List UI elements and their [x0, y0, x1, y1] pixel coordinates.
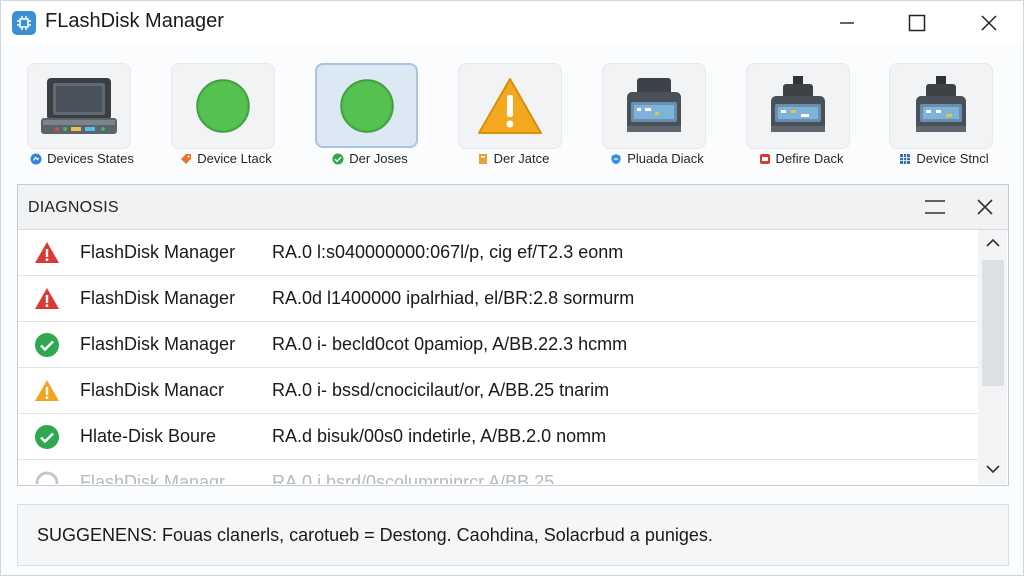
device-states-icon [41, 78, 117, 134]
close-icon [977, 199, 993, 215]
tile-pluada-diack[interactable]: Pluada Diack [602, 63, 706, 173]
tile-label-text: Pluada Diack [627, 151, 704, 166]
tile-label-text: Device Ltack [197, 151, 272, 166]
tile-label-text: Device Stncl [916, 151, 989, 166]
diagnosis-scrollbar[interactable] [978, 230, 1007, 484]
info-dot-icon [30, 153, 42, 165]
check-circle-icon [34, 332, 60, 358]
app-logo-icon [12, 11, 36, 35]
table-row[interactable]: FlashDisk Manacr RA.0 i- bssd/cnocicilau… [18, 368, 978, 414]
table-row[interactable]: FlashDisk Manager RA.0 i- becld0cot 0pam… [18, 322, 978, 368]
close-button[interactable] [966, 7, 1012, 39]
diagnosis-panel: DIAGNOSIS FlashDisk Manager RA.0 l:s0400… [17, 184, 1009, 486]
table-row[interactable]: Hlate-Disk Boure RA.d bisuk/00s0 indetir… [18, 414, 978, 460]
grid-icon [899, 153, 911, 165]
row-detail: RA.0 i- becld0cot 0pamiop, A/BB.22.3 hcm… [272, 334, 628, 354]
diagnosis-header: DIAGNOSIS [18, 185, 1008, 230]
dock-icon [771, 76, 825, 132]
chevron-up-icon [985, 238, 1000, 247]
diagnosis-list: FlashDisk Manager RA.0 l:s040000000:067l… [18, 230, 978, 484]
tile-device-ltack[interactable]: Device Ltack [171, 63, 275, 173]
scroll-down-button[interactable] [978, 456, 1007, 482]
tile-label-text: Devices States [47, 151, 134, 166]
title-bar: FLashDisk Manager [1, 1, 1023, 45]
error-icon [34, 286, 60, 312]
bookmark-icon [477, 153, 489, 165]
table-row[interactable]: FlashDisk Manager RA.0d l1400000 ipalrhi… [18, 276, 978, 322]
tile-label-text: Der Jatce [493, 151, 550, 166]
table-row[interactable]: FlashDisk Manager RA.0 l:s040000000:067l… [18, 230, 978, 276]
check-circle-icon [332, 153, 344, 165]
suggestions-bar: SUGGENENS: Fouas clanerls, carotueb = De… [17, 504, 1009, 566]
panel-minimize-button[interactable] [918, 193, 952, 221]
tile-der-jatce[interactable]: Der Jatce [458, 63, 562, 173]
row-detail: RA.d bisuk/00s0 indetirle, A/BB.2.0 nomm [272, 426, 607, 446]
diagnosis-title: DIAGNOSIS [28, 199, 119, 216]
maximize-button[interactable] [894, 7, 940, 39]
panel-minimize-icon [925, 200, 945, 214]
app-window: FLashDisk Manager Devices States Device … [0, 0, 1024, 576]
row-detail: RA.0 i- bssd/cnocicilaut/or, A/BB.25 tna… [272, 380, 610, 400]
maximize-icon [908, 14, 926, 32]
tile-label-text: Der Joses [349, 151, 408, 166]
row-name: FlashDisk Managr [80, 472, 226, 484]
shield-icon [610, 153, 622, 165]
panel-close-button[interactable] [968, 193, 1002, 221]
scroll-up-button[interactable] [978, 230, 1007, 256]
row-detail: RA.0 l:s040000000:067l/p, cig ef/T2.3 eo… [272, 242, 624, 262]
tag-icon [180, 153, 192, 165]
table-row[interactable]: FlashDisk Managr RA.0 i bsrd/0scolumrnin… [18, 460, 978, 484]
row-detail: RA.0d l1400000 ipalrhiad, el/BR:2.8 sorm… [272, 288, 635, 308]
loading-icon [34, 470, 60, 484]
green-status-icon [196, 79, 250, 133]
row-detail: RA.0 i bsrd/0scolumrninrcr A/BB.25 [272, 472, 555, 484]
tile-device-stncl[interactable]: Device Stncl [889, 63, 993, 173]
minimize-button[interactable] [824, 7, 870, 39]
red-box-icon [759, 153, 771, 165]
suggestions-text: SUGGENENS: Fouas clanerls, carotueb = De… [37, 525, 713, 545]
check-circle-icon [34, 424, 60, 450]
device-toolbar: Devices States Device Ltack Der Joses De… [1, 53, 1023, 175]
app-title: FLashDisk Manager [45, 10, 224, 32]
warning-icon [34, 378, 60, 404]
tile-defire-dack[interactable]: Defire Dack [746, 63, 850, 173]
close-icon [981, 15, 997, 31]
tile-devices-states[interactable]: Devices States [27, 63, 134, 173]
dock-icon [916, 76, 966, 132]
warning-icon [478, 78, 542, 134]
tile-der-joses[interactable]: Der Joses [315, 63, 419, 173]
minimize-icon [840, 22, 854, 24]
row-name: FlashDisk Manager [80, 288, 236, 308]
row-name: FlashDisk Manager [80, 242, 236, 262]
chevron-down-icon [985, 465, 1000, 474]
dock-icon [627, 78, 681, 132]
error-icon [34, 240, 60, 266]
row-name: Hlate-Disk Boure [80, 426, 217, 446]
row-name: FlashDisk Manager [80, 334, 236, 354]
scroll-thumb[interactable] [982, 260, 1004, 386]
row-name: FlashDisk Manacr [80, 380, 225, 400]
tile-label-text: Defire Dack [775, 151, 844, 166]
green-status-icon [339, 78, 394, 133]
